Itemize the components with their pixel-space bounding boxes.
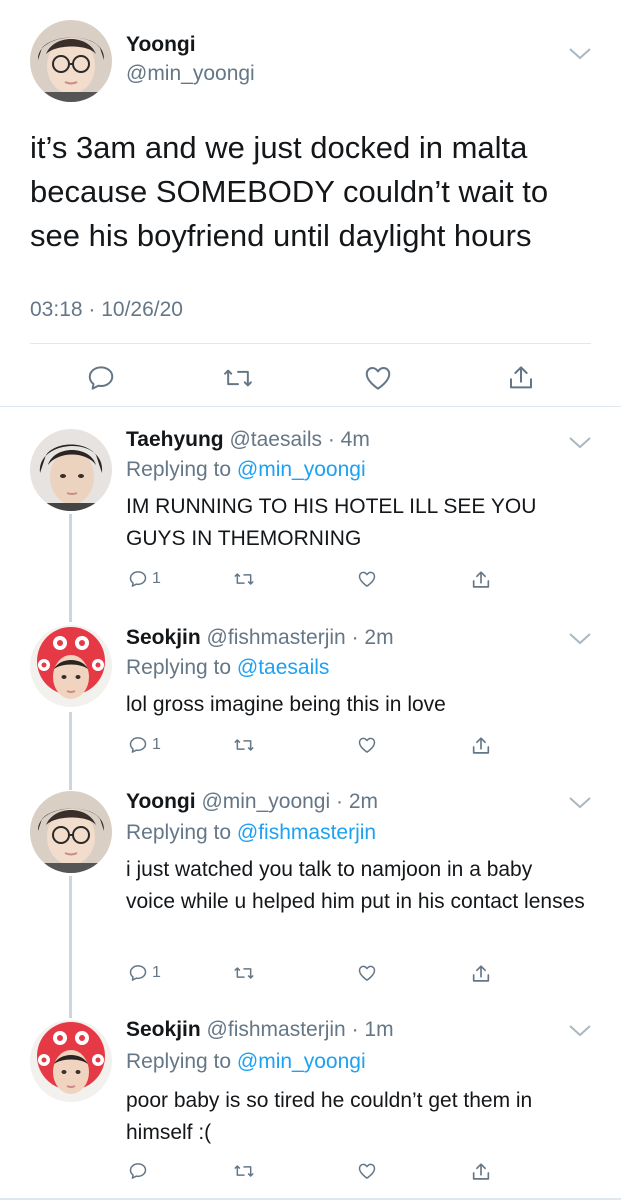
retweet-icon[interactable]: [232, 963, 256, 983]
retweet-icon[interactable]: [232, 1161, 256, 1181]
replying-to-label: Replying to: [126, 1050, 232, 1073]
reply-text: poor baby is so tired he couldn’t get th…: [126, 1089, 533, 1144]
reply-tweet[interactable]: Yoongi @min_yoongi · 2m Replying to @fis…: [0, 781, 621, 1009]
like-icon[interactable]: [363, 363, 393, 393]
replying-to-label: Replying to: [126, 821, 232, 844]
reply-icon[interactable]: [128, 569, 148, 589]
avatar[interactable]: [30, 1020, 112, 1102]
retweet-icon[interactable]: [232, 569, 256, 589]
author-handle[interactable]: @fishmasterjin: [207, 1018, 346, 1041]
like-icon[interactable]: [356, 1161, 378, 1181]
reply-count: 1: [152, 736, 161, 753]
share-icon[interactable]: [506, 363, 536, 393]
reply-count: 1: [152, 964, 161, 981]
reply-tweet[interactable]: Taehyung @taesails · 4m Replying to @min…: [0, 407, 621, 607]
chevron-down-icon[interactable]: [568, 47, 592, 61]
reply-header: Yoongi @min_yoongi · 2m: [126, 790, 378, 814]
share-icon[interactable]: [470, 1161, 492, 1183]
retweet-icon[interactable]: [232, 735, 256, 755]
avatar[interactable]: [30, 429, 112, 511]
share-icon[interactable]: [470, 569, 492, 591]
reply-time[interactable]: 4m: [341, 428, 370, 451]
like-icon[interactable]: [356, 569, 378, 589]
chevron-down-icon[interactable]: [568, 632, 592, 646]
author-handle[interactable]: @min_yoongi: [126, 62, 255, 86]
chevron-down-icon[interactable]: [568, 796, 592, 810]
reply-tweet[interactable]: Seokjin @fishmasterjin · 2m Replying to …: [0, 607, 621, 781]
divider: [30, 343, 591, 344]
dot-separator: ·: [345, 626, 365, 649]
replying-to: Replying to @min_yoongi: [126, 1050, 366, 1074]
reply-icon[interactable]: [128, 1161, 148, 1181]
reply-header: Seokjin @fishmasterjin · 2m: [126, 626, 394, 650]
reply-tweet[interactable]: Seokjin @fishmasterjin · 1m Replying to …: [0, 1009, 621, 1198]
reply-icon[interactable]: [86, 363, 116, 393]
reply-button[interactable]: [128, 1161, 152, 1181]
reply-header: Taehyung @taesails · 4m: [126, 428, 370, 452]
tweet-timestamp[interactable]: 03:18 · 10/26/20: [30, 298, 183, 322]
reply-icon[interactable]: [128, 735, 148, 755]
replying-to-mention[interactable]: @min_yoongi: [237, 458, 366, 481]
like-icon[interactable]: [356, 963, 378, 983]
dot-separator: ·: [322, 428, 341, 451]
author-handle[interactable]: @taesails: [229, 428, 322, 451]
avatar[interactable]: [30, 20, 112, 102]
share-icon[interactable]: [470, 963, 492, 985]
author-name[interactable]: Seokjin: [126, 1018, 201, 1041]
replying-to-mention[interactable]: @fishmasterjin: [237, 821, 376, 844]
share-icon[interactable]: [470, 735, 492, 757]
author-name[interactable]: Taehyung: [126, 428, 224, 451]
reply-button[interactable]: 1: [128, 569, 161, 589]
author-handle[interactable]: @fishmasterjin: [207, 626, 346, 649]
reply-time[interactable]: 2m: [364, 626, 393, 649]
reply-button[interactable]: 1: [128, 735, 161, 755]
author-name[interactable]: Yoongi: [126, 790, 196, 813]
reply-header: Seokjin @fishmasterjin · 1m: [126, 1018, 394, 1042]
author-name[interactable]: Yoongi: [126, 33, 196, 57]
reply-text: lol gross imagine being this in love: [126, 693, 446, 716]
avatar[interactable]: [30, 791, 112, 873]
replying-to-mention[interactable]: @taesails: [237, 656, 330, 679]
replying-to-mention[interactable]: @min_yoongi: [237, 1050, 366, 1073]
replying-to-label: Replying to: [126, 656, 232, 679]
reply-time[interactable]: 1m: [364, 1018, 393, 1041]
reply-text: IM RUNNING TO HIS HOTEL ILL SEE YOU GUYS…: [126, 495, 537, 550]
replying-to: Replying to @taesails: [126, 656, 329, 680]
chevron-down-icon[interactable]: [568, 436, 592, 450]
like-icon[interactable]: [356, 735, 378, 755]
chevron-down-icon[interactable]: [568, 1024, 592, 1038]
avatar[interactable]: [30, 625, 112, 707]
replying-to: Replying to @min_yoongi: [126, 458, 366, 482]
tweet-text: it’s 3am and we just docked in malta bec…: [30, 130, 549, 253]
dot-separator: ·: [345, 1018, 365, 1041]
dot-separator: ·: [330, 790, 349, 813]
reply-time[interactable]: 2m: [349, 790, 378, 813]
author-name[interactable]: Seokjin: [126, 626, 201, 649]
replying-to: Replying to @fishmasterjin: [126, 821, 376, 845]
main-tweet: Yoongi @min_yoongi it’s 3am and we just …: [0, 0, 621, 407]
reply-icon[interactable]: [128, 963, 148, 983]
reply-text: i just watched you talk to namjoon in a …: [126, 858, 585, 913]
replying-to-label: Replying to: [126, 458, 232, 481]
author-handle[interactable]: @min_yoongi: [201, 790, 330, 813]
reply-button[interactable]: 1: [128, 963, 161, 983]
reply-count: 1: [152, 570, 161, 587]
retweet-icon[interactable]: [222, 363, 254, 393]
